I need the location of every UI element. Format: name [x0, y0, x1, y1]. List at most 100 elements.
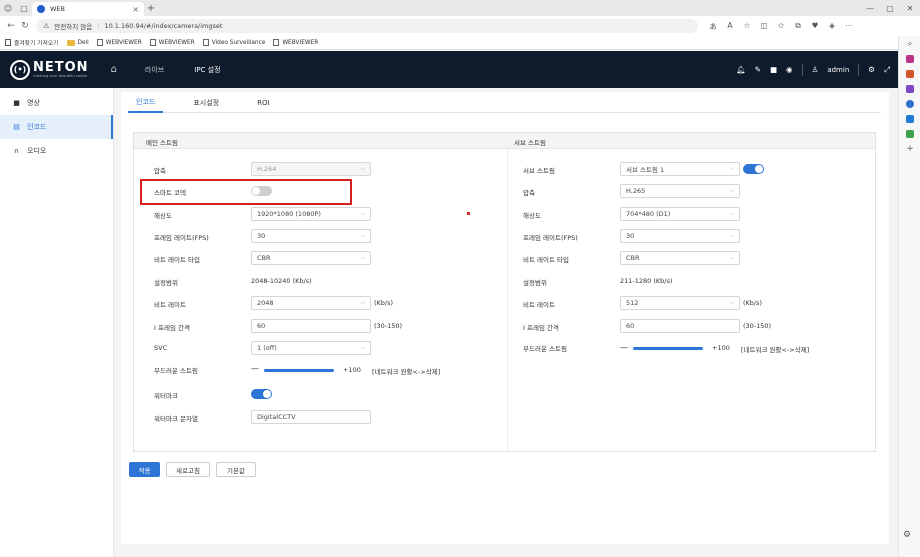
maximize-icon[interactable]: ▢	[880, 4, 900, 13]
refresh-button[interactable]: 새로고침	[166, 462, 210, 477]
browser-tab[interactable]: WEB ×	[32, 2, 144, 16]
back-icon[interactable]: ←	[4, 21, 18, 31]
globe-icon[interactable]: ◉	[786, 65, 793, 74]
headphone-icon: ∩	[13, 147, 20, 155]
bookmark-import[interactable]: 즐겨찾기 가져오기	[5, 38, 59, 47]
sub-iframe-input[interactable]: 60	[620, 319, 740, 333]
alarm-bell-icon[interactable]: 🔔︎	[736, 65, 746, 74]
copilot-icon[interactable]: ◈	[825, 21, 839, 32]
folder-icon	[66, 39, 75, 46]
edge-settings-icon[interactable]: ⚙	[903, 530, 911, 540]
logo-tagline: Creating your beautiful smiles	[33, 73, 88, 78]
sub-frame-rate-select[interactable]: 30 ⌵	[620, 229, 740, 243]
sub-stream-toggle[interactable]	[743, 164, 764, 174]
minimize-icon[interactable]: —	[860, 4, 880, 13]
bookmark-label: 즐겨찾기 가져오기	[14, 41, 59, 47]
default-button[interactable]: 기본값	[216, 462, 256, 477]
tab-title: WEB	[50, 5, 65, 13]
watermark-text-label: 워터마크 문자열	[154, 415, 198, 423]
tab-roi[interactable]: ROI	[249, 92, 277, 113]
shopping-icon[interactable]	[899, 66, 920, 81]
url-field[interactable]: ⚠ 안전하지 않음 | 10.1.160.94/#/index/camera/i…	[36, 19, 698, 33]
main-iframe-input[interactable]: 60	[251, 319, 371, 333]
bookmark-folder-dell[interactable]: Dell	[66, 39, 89, 46]
browser-titlebar: ☺ ▢ WEB × + — ▢ ✕	[0, 0, 920, 16]
svc-select[interactable]: 1 (off) ⌵	[251, 341, 371, 355]
nav-ipc-settings[interactable]: IPC 설정	[194, 65, 220, 75]
sub-stream-select[interactable]: 서브 스트림 1 ⌵	[620, 162, 740, 176]
tools-icon[interactable]	[899, 81, 920, 96]
collections-icon[interactable]: ⧉	[791, 21, 805, 32]
url-text: 10.1.160.94/#/index/camera/imgset	[104, 22, 223, 30]
copilot-app-icon[interactable]	[899, 51, 920, 66]
search-icon[interactable]: ⌕	[899, 36, 920, 51]
favorites-icon[interactable]: ✩	[774, 21, 788, 32]
sub-bitrate-select[interactable]: 512 ⌵	[620, 296, 740, 310]
bookmark-label: WEBVIEWER	[105, 39, 142, 46]
user-name[interactable]: admin	[827, 66, 849, 74]
main-smooth-minus: —	[251, 364, 259, 373]
close-window-icon[interactable]: ✕	[900, 4, 920, 13]
bookmark-label: WEBVIEWER	[282, 39, 319, 46]
split-screen-icon[interactable]: ◫	[757, 21, 771, 32]
main-resolution-select[interactable]: 1920*1080 (1080P) ⌵	[251, 207, 371, 221]
bookmarks-bar: 즐겨찾기 가져오기 Dell WEBVIEWER WEBVIEWER Video…	[0, 36, 920, 50]
close-tab-icon[interactable]: ×	[132, 5, 139, 14]
sub-smooth-slider[interactable]	[633, 347, 703, 350]
outlook-icon[interactable]	[899, 111, 920, 126]
bookmark-webviewer-2[interactable]: WEBVIEWER	[149, 39, 195, 46]
sub-resolution-select[interactable]: 704*480 (D1) ⌵	[620, 207, 740, 221]
sidebar-item-video[interactable]: ■ 영상	[0, 91, 113, 115]
settings-icon[interactable]: ⚙	[868, 65, 875, 74]
fullscreen-icon[interactable]: ⤢	[884, 65, 890, 75]
chevron-down-icon: ⌵	[360, 254, 365, 261]
sub-smooth-label: 부드러운 스트림	[523, 345, 567, 353]
translate-icon[interactable]: あ	[706, 21, 720, 32]
chevron-down-icon: ⌵	[729, 210, 734, 217]
main-bitrate-type-select[interactable]: CBR ⌵	[251, 251, 371, 265]
nav-live[interactable]: 라이브	[145, 65, 164, 75]
sidebar-item-audio[interactable]: ∩ 오디오	[0, 139, 113, 163]
chevron-down-icon: ⌵	[360, 210, 365, 217]
video-icon: ■	[13, 99, 20, 107]
chevron-down-icon: ⌵	[729, 187, 734, 194]
watermark-text-input[interactable]: DigitalCCTV	[251, 410, 371, 424]
favorite-star-icon[interactable]: ☆	[740, 21, 754, 32]
bookmark-icon[interactable]: ■	[770, 65, 777, 74]
bookmark-webviewer-1[interactable]: WEBVIEWER	[96, 39, 142, 46]
main-range-label: 설정범위	[154, 279, 178, 287]
games-icon[interactable]	[899, 96, 920, 111]
more-menu-icon[interactable]: ⋯	[842, 21, 856, 32]
tab-actions-icon[interactable]: ▢	[16, 0, 32, 16]
select-value: 1920*1080 (1080P)	[257, 210, 321, 218]
select-value: 서브 스트림 1	[626, 166, 665, 174]
main-bitrate-select[interactable]: 2048 ⌵	[251, 296, 371, 310]
main-smooth-slider[interactable]	[264, 369, 334, 372]
bookmark-webviewer-3[interactable]: WEBVIEWER	[273, 39, 318, 46]
chevron-down-icon: ⌵	[729, 232, 734, 239]
watermark-toggle[interactable]	[251, 389, 272, 399]
sub-smooth-hint: [네트워크 원활<->삭제]	[741, 346, 810, 354]
sub-bitrate-type-select[interactable]: CBR ⌵	[620, 251, 740, 265]
sidebar-item-encode[interactable]: ▤ 인코드	[0, 115, 113, 139]
main-iframe-range: (30-150)	[374, 322, 403, 330]
tab-encode[interactable]: 인코드	[128, 92, 164, 113]
browser-profile-icon[interactable]: ☺	[0, 0, 16, 16]
new-tab-button[interactable]: +	[144, 3, 158, 14]
chevron-down-icon: ⌵	[729, 254, 734, 261]
bookmark-video-surveillance[interactable]: Video Surveillance	[202, 39, 265, 46]
drop-icon[interactable]	[899, 126, 920, 141]
red-marker	[467, 212, 470, 215]
notification-icon[interactable]: ✎	[755, 65, 761, 74]
bookmark-label: WEBVIEWER	[158, 39, 195, 46]
reload-icon[interactable]: ↻	[18, 21, 32, 31]
apply-button[interactable]: 적용	[129, 462, 160, 477]
sub-compression-select[interactable]: H.265 ⌵	[620, 184, 740, 198]
tab-display-settings[interactable]: 표시설정	[185, 92, 227, 113]
main-frame-rate-select[interactable]: 30 ⌵	[251, 229, 371, 243]
read-aloud-icon[interactable]: A	[723, 21, 737, 32]
extensions-icon[interactable]: ♥	[808, 21, 822, 32]
home-icon[interactable]: ⌂	[111, 64, 117, 75]
add-app-icon[interactable]: +	[899, 141, 920, 156]
database-icon: ▤	[13, 123, 20, 131]
